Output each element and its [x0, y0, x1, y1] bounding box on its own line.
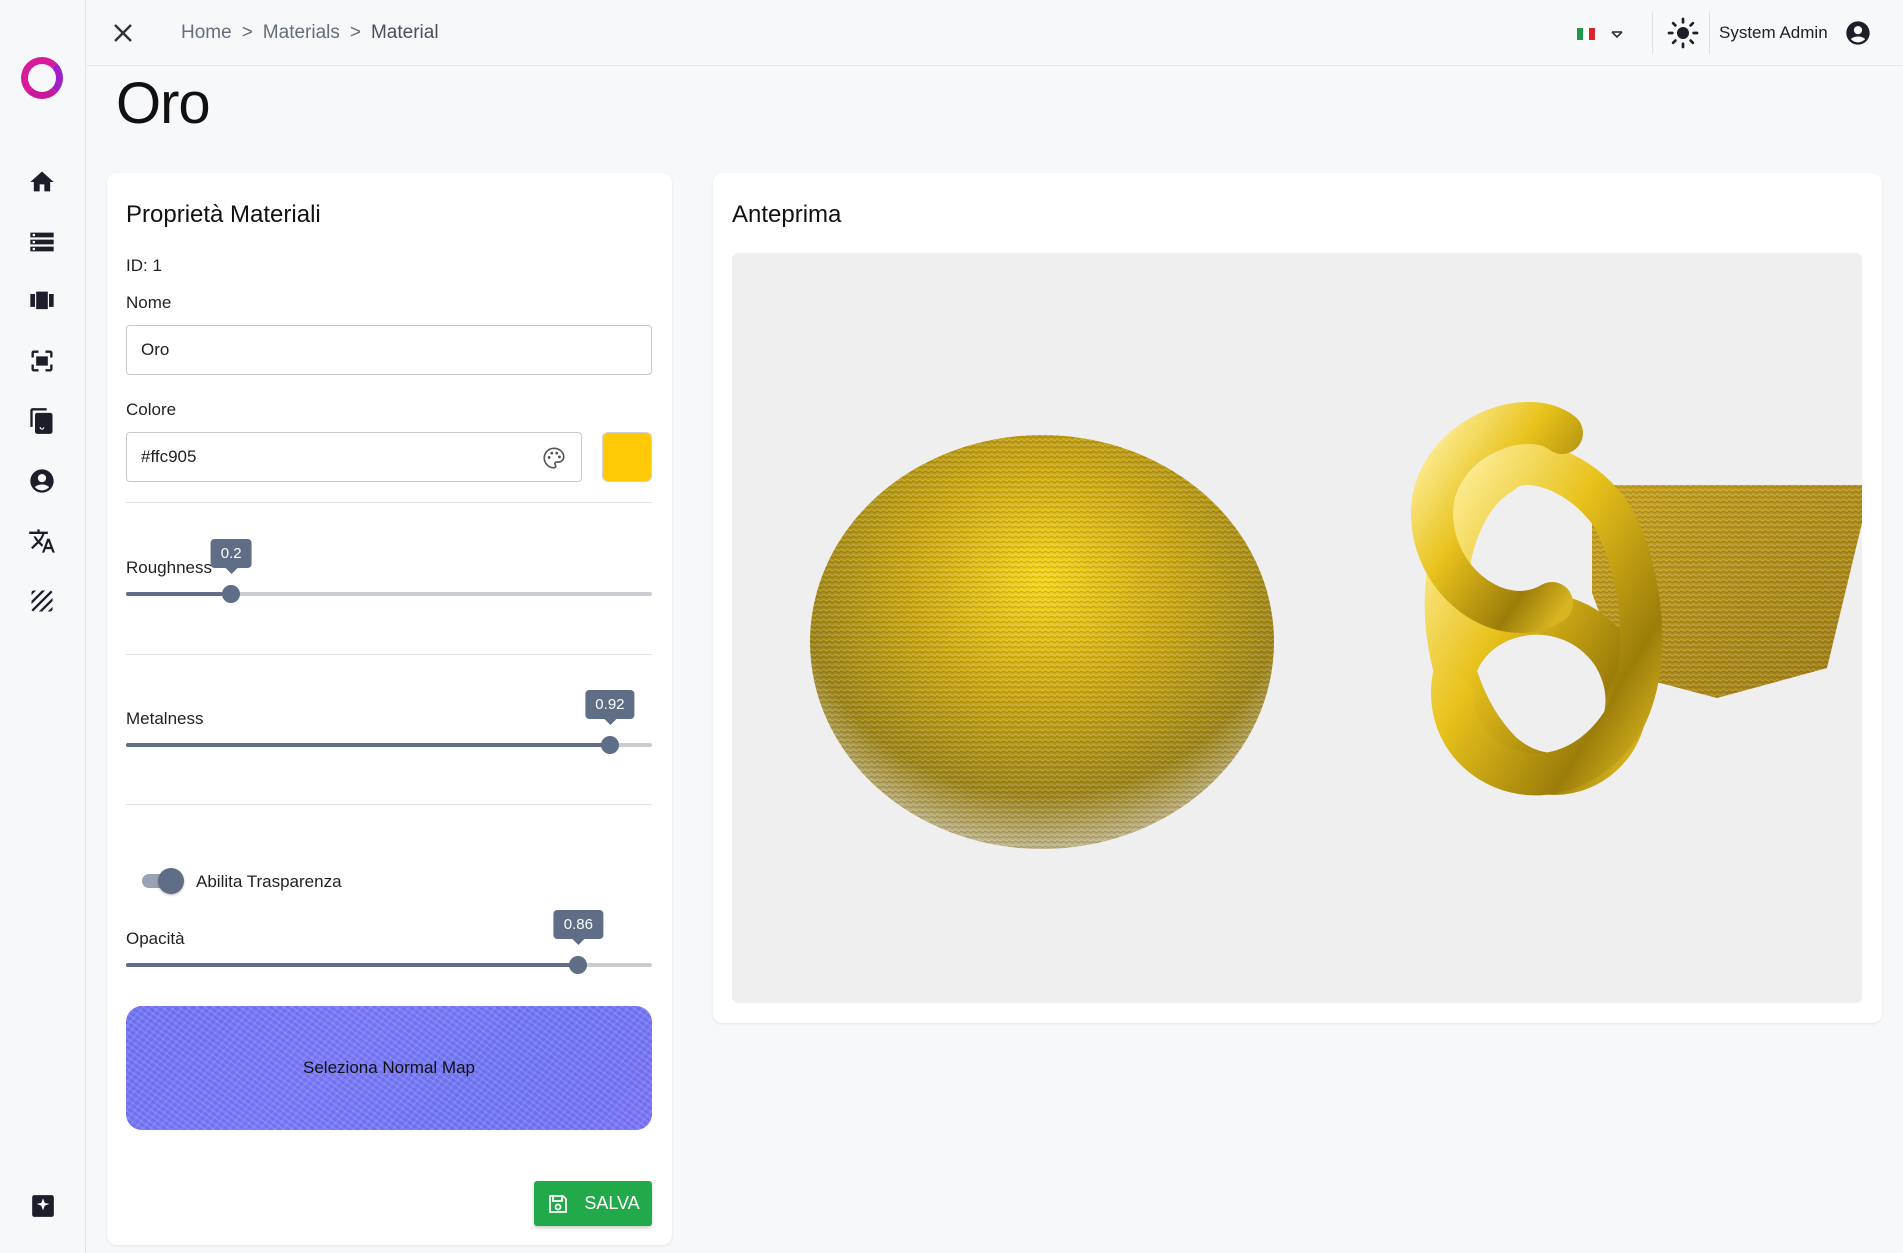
chevron-down-icon[interactable]	[1607, 24, 1627, 44]
color-input[interactable]	[127, 433, 507, 481]
breadcrumb-home[interactable]: Home	[181, 22, 232, 44]
roughness-slider[interactable]: 0.2	[126, 539, 652, 606]
gold-sphere-shape	[810, 435, 1274, 849]
page-title: Oro	[116, 71, 211, 136]
roughness-label: Roughness	[126, 558, 213, 577]
account-circle-icon[interactable]	[1844, 19, 1872, 47]
color-swatch[interactable]	[602, 432, 652, 482]
close-icon[interactable]	[109, 19, 137, 47]
normal-map-label: Seleziona Normal Map	[303, 1058, 475, 1077]
divider	[126, 654, 652, 655]
opacity-slider[interactable]: 0.86	[126, 910, 652, 977]
slider-thumb[interactable]	[222, 585, 241, 603]
color-field[interactable]	[126, 432, 582, 482]
material-id: ID: 1	[126, 256, 162, 275]
brand-logo[interactable]	[21, 57, 63, 99]
save-label: SALVA	[584, 1193, 640, 1213]
texture-icon[interactable]	[27, 586, 57, 616]
preview-card: Anteprima	[713, 173, 1882, 1023]
sun-icon[interactable]	[1667, 17, 1699, 49]
scan-frame-icon[interactable]	[27, 346, 57, 376]
normal-map-picker[interactable]: Seleziona Normal Map	[126, 1006, 652, 1130]
divider	[1652, 12, 1653, 54]
carousel-icon[interactable]	[27, 286, 57, 316]
top-bar: Home > Materials > Material System Admin	[87, 0, 1903, 66]
save-button[interactable]: SALVA	[534, 1181, 652, 1226]
italy-flag-icon[interactable]	[1577, 28, 1595, 40]
name-label: Nome	[126, 293, 172, 312]
save-icon	[549, 1194, 568, 1213]
transparency-label: Abilita Trasparenza	[196, 872, 342, 891]
divider	[1709, 12, 1710, 54]
divider	[126, 502, 652, 503]
slider-value-label: 0.86	[553, 910, 603, 945]
slider-fill	[126, 743, 610, 747]
transparency-toggle[interactable]	[142, 867, 184, 895]
material-properties-card: Proprietà Materiali ID: 1 Nome Colore Ro…	[107, 173, 672, 1245]
breadcrumb-material: Material	[370, 22, 439, 43]
user-name[interactable]: System Admin	[1719, 23, 1828, 43]
metalness-label: Metalness	[126, 709, 204, 728]
slider-thumb[interactable]	[569, 956, 588, 974]
card-title: Anteprima	[732, 201, 842, 228]
slider-fill	[126, 963, 579, 967]
palette-icon[interactable]	[541, 445, 567, 471]
breadcrumb-materials[interactable]: Materials	[263, 22, 340, 44]
storage-list-icon[interactable]	[27, 227, 57, 257]
3d-preview-canvas[interactable]	[732, 253, 1862, 1003]
name-input[interactable]	[126, 325, 652, 375]
color-label: Colore	[126, 400, 177, 419]
documents-icon[interactable]	[27, 406, 57, 436]
divider	[126, 804, 652, 805]
home-icon[interactable]	[27, 167, 57, 197]
feedback-icon[interactable]	[30, 1193, 56, 1219]
breadcrumb-separator: >	[349, 22, 361, 43]
breadcrumb: Home > Materials > Material	[181, 22, 439, 44]
toggle-knob[interactable]	[158, 868, 184, 894]
slider-value-label: 0.92	[585, 690, 635, 725]
slider-thumb[interactable]	[600, 736, 619, 754]
card-title: Proprietà Materiali	[126, 201, 321, 228]
breadcrumb-separator: >	[241, 22, 253, 43]
account-circle-icon[interactable]	[27, 466, 57, 496]
translate-icon[interactable]	[27, 526, 57, 556]
opacity-label: Opacità	[126, 929, 185, 948]
sidebar	[0, 0, 86, 1253]
slider-value-label: 0.2	[210, 539, 252, 574]
slider-fill	[126, 592, 232, 596]
metalness-slider[interactable]: 0.92	[126, 690, 652, 757]
